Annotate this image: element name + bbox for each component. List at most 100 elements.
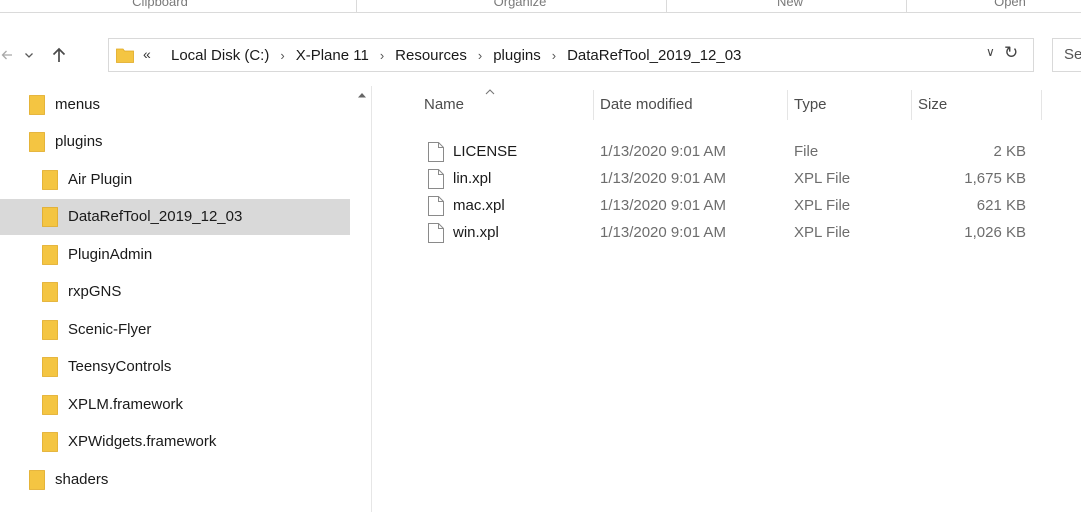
ribbon-separator <box>906 0 907 12</box>
tree-item-label: DataRefTool_2019_12_03 <box>68 208 243 225</box>
tree-item[interactable]: PluginAdmin <box>0 236 350 272</box>
tree-item-label: Scenic-Flyer <box>68 320 152 338</box>
folder-icon <box>42 282 58 302</box>
folder-icon <box>42 244 58 265</box>
file-size: 1,026 KB <box>964 224 1026 241</box>
folder-icon <box>42 319 58 340</box>
tree-item[interactable]: Air Plugin <box>0 161 350 197</box>
navigation-pane: menus plugins Air Plugin DataRefTool_2019_1… <box>0 86 370 512</box>
folder-icon <box>116 48 134 63</box>
breadcrumb-separator[interactable]: › <box>478 48 482 63</box>
tree-item-label: shaders <box>55 470 109 488</box>
column-header-size-label: Size <box>918 95 948 113</box>
folder-icon <box>42 357 58 377</box>
file-size: 621 KB <box>976 197 1026 214</box>
column-headers: Name Date modified Type Size <box>372 86 1081 122</box>
tree-item[interactable]: Scenic-Flyer <box>0 311 350 347</box>
breadcrumb-separator[interactable]: › <box>380 48 384 63</box>
recent-locations-button[interactable] <box>22 42 36 68</box>
file-list: Name Date modified Type Size LICENSE 1/13… <box>372 86 1081 512</box>
folder-icon <box>42 394 58 415</box>
tree-item-label: menus <box>55 95 101 113</box>
column-header-name-label: Name <box>424 95 465 113</box>
tree-item-label: XPLM.framework <box>68 395 184 413</box>
file-name-cell: LICENSE <box>428 138 517 165</box>
arrow-up-icon <box>52 47 66 62</box>
file-row[interactable]: LICENSE 1/13/2020 9:01 AM File 2 KB <box>372 138 1081 165</box>
scroll-up-button[interactable] <box>357 90 367 102</box>
file-name: lin.xpl <box>453 170 492 187</box>
ribbon-group-new: New <box>776 0 803 9</box>
file-type: XPL File <box>794 224 851 241</box>
breadcrumb-separator[interactable]: › <box>280 48 284 63</box>
ribbon-separator <box>356 0 357 12</box>
breadcrumb-resources[interactable]: Resources <box>395 47 467 64</box>
tree-item[interactable]: XPLM.framework <box>0 386 350 422</box>
breadcrumb-dataref-tool[interactable]: DataRefTool_2019_12_03 <box>567 47 741 64</box>
column-header-size[interactable]: Size <box>912 86 1042 122</box>
breadcrumb: Local Disk (C:) › X-Plane 11 › Resources… <box>171 39 741 71</box>
tree-item[interactable]: rxpGNS <box>0 274 350 310</box>
file-type: File <box>794 143 819 160</box>
file-date-modified: 1/13/2020 9:01 AM <box>600 143 726 160</box>
tree-item[interactable]: XPWidgets.framework <box>0 424 350 460</box>
file-name: mac.xpl <box>453 197 505 214</box>
breadcrumb-plugins[interactable]: plugins <box>493 47 541 64</box>
address-history-dropdown[interactable]: ∨ <box>986 45 995 59</box>
navigation-bar: « Local Disk (C:) › X-Plane 11 › Resourc… <box>0 34 1081 76</box>
file-row[interactable]: lin.xpl 1/13/2020 9:01 AM XPL File 1,675 KB <box>372 165 1081 192</box>
file-size: 1,675 KB <box>964 170 1026 187</box>
back-button[interactable] <box>0 42 14 68</box>
document-icon <box>428 222 444 243</box>
tree-item[interactable]: TeensyControls <box>0 349 350 385</box>
tree-item[interactable]: DataRefTool_2019_12_03 <box>0 198 350 235</box>
breadcrumb-local-disk[interactable]: Local Disk (C:) <box>171 47 269 64</box>
file-name-cell: win.xpl <box>428 219 499 246</box>
tree-item[interactable]: menus <box>0 86 350 122</box>
file-row[interactable]: win.xpl 1/13/2020 9:01 AM XPL File 1,026 KB <box>372 219 1081 246</box>
tree-item-label: XPWidgets.framework <box>68 433 217 450</box>
arrow-left-icon <box>1 50 12 60</box>
column-header-type-label: Type <box>794 95 827 113</box>
tree-item[interactable]: plugins <box>0 124 350 160</box>
ribbon-group-clipboard: Clipboard <box>132 0 188 9</box>
address-overflow-button[interactable]: « <box>143 46 151 62</box>
tree-item[interactable]: shaders <box>0 461 350 497</box>
ribbon-group-organize: Organize <box>493 0 547 9</box>
search-placeholder: Se <box>1064 46 1081 63</box>
document-icon <box>428 141 444 162</box>
tree-item-label: rxpGNS <box>68 283 122 300</box>
refresh-icon[interactable]: ↻ <box>1004 43 1018 63</box>
column-header-date-label: Date modified <box>600 95 693 113</box>
breadcrumb-x-plane[interactable]: X-Plane 11 <box>296 47 369 64</box>
ribbon-separator <box>666 0 667 12</box>
search-box[interactable]: Se <box>1052 38 1081 72</box>
ribbon-group-open: Open <box>994 0 1026 9</box>
tree-item-label: plugins <box>55 133 103 150</box>
folder-icon <box>29 94 45 115</box>
column-header-date-modified[interactable]: Date modified <box>594 86 788 122</box>
file-name-cell: mac.xpl <box>428 192 505 219</box>
file-name: LICENSE <box>453 143 518 160</box>
tree-item-label: Air Plugin <box>68 170 133 188</box>
file-date-modified: 1/13/2020 9:01 AM <box>600 224 726 241</box>
file-row[interactable]: mac.xpl 1/13/2020 9:01 AM XPL File 621 KB <box>372 192 1081 219</box>
file-size: 2 KB <box>993 143 1026 160</box>
folder-icon <box>42 169 58 190</box>
column-header-name[interactable]: Name <box>418 86 594 122</box>
file-name: win.xpl <box>453 224 499 241</box>
file-type: XPL File <box>794 197 851 214</box>
folder-icon <box>42 207 58 227</box>
chevron-down-icon <box>25 53 33 58</box>
breadcrumb-separator[interactable]: › <box>552 48 556 63</box>
document-icon <box>428 168 444 189</box>
chevron-up-icon <box>358 93 366 98</box>
folder-icon <box>42 432 58 452</box>
sort-ascending-icon <box>485 89 495 95</box>
column-header-type[interactable]: Type <box>788 86 912 122</box>
file-date-modified: 1/13/2020 9:01 AM <box>600 170 726 187</box>
tree-item-label: TeensyControls <box>68 358 172 375</box>
up-button[interactable] <box>48 42 70 68</box>
file-name-cell: lin.xpl <box>428 165 491 192</box>
address-bar[interactable]: « Local Disk (C:) › X-Plane 11 › Resourc… <box>108 38 1034 72</box>
